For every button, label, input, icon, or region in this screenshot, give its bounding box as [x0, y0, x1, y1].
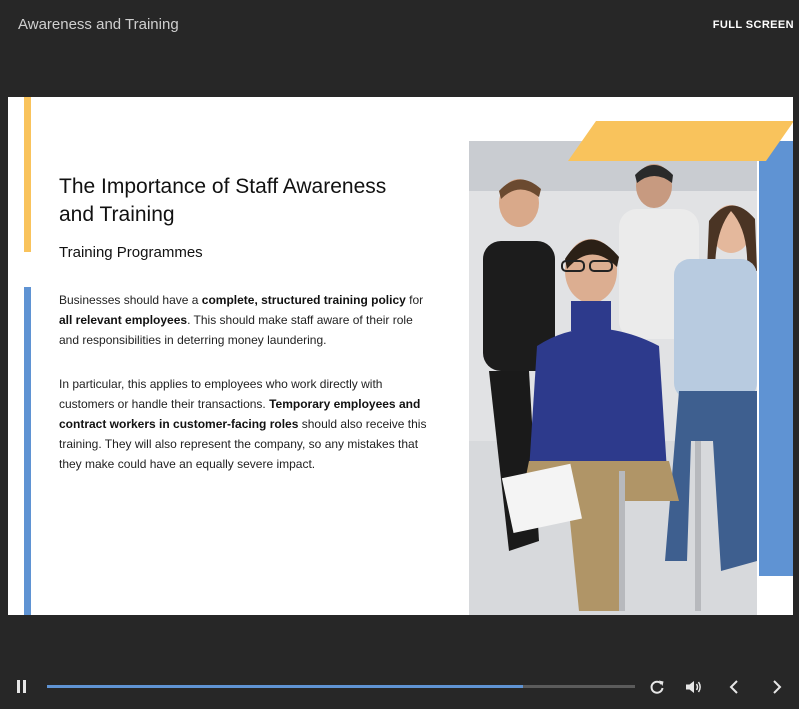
chevron-left-icon[interactable] [727, 679, 741, 695]
bold-run: complete, structured training policy [201, 293, 406, 307]
chevron-right-icon[interactable] [770, 679, 784, 695]
bold-run: all relevant employees [59, 313, 188, 327]
replay-icon[interactable] [649, 679, 665, 695]
text-run: Businesses should have a [59, 293, 202, 307]
progress-bar[interactable] [47, 685, 635, 688]
full-screen-button[interactable]: FULL SCREEN [713, 19, 794, 31]
staff-training-photo [469, 141, 757, 615]
player-controls [0, 670, 799, 709]
slide-heading: The Importance of Staff Awareness and Tr… [59, 175, 387, 226]
photo-area [469, 121, 793, 615]
slide-subheading: Training Programmes [59, 244, 203, 261]
progress-fill [47, 685, 524, 688]
pause-icon[interactable] [17, 680, 27, 694]
accent-bar-blue [24, 287, 31, 615]
top-bar: Awareness and Training FULL SCREEN [0, 0, 799, 50]
decorative-blue-block [759, 141, 793, 576]
paragraph-2: In particular, this applies to employees… [59, 374, 427, 474]
slide-body: Businesses should have a complete, struc… [59, 290, 427, 498]
course-title: Awareness and Training [18, 16, 179, 33]
volume-icon[interactable] [685, 679, 703, 695]
text-run: for [405, 293, 424, 307]
paragraph-1: Businesses should have a complete, struc… [59, 290, 427, 350]
decorative-yellow-shape [567, 121, 793, 161]
slide-content: The Importance of Staff Awareness and Tr… [8, 97, 793, 615]
accent-bar-yellow [24, 97, 31, 252]
